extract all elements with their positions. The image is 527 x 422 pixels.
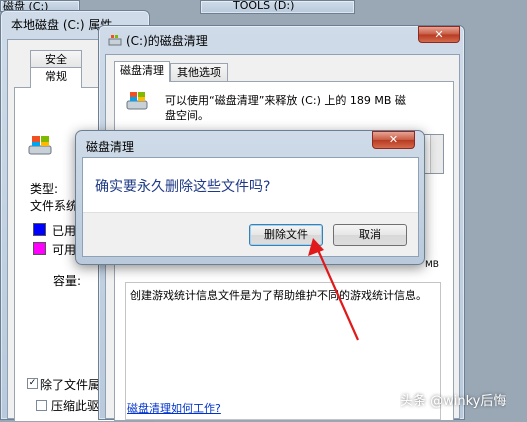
disk-cleanup-title: (C:)的磁盘清理 [126, 34, 208, 48]
disk-cleanup-icon [126, 92, 148, 110]
tab-more-options[interactable]: 其他选项 [170, 63, 228, 82]
index-label: 除了文件属 [40, 378, 101, 392]
confirm-button-bar: 删除文件 取消 [83, 212, 418, 256]
tab-general[interactable]: 常规 [30, 67, 82, 88]
how-cleanup-works-link[interactable]: 磁盘清理如何工作? [127, 400, 221, 416]
delete-files-button[interactable]: 删除文件 [249, 224, 323, 246]
size-mb-fragment: MB [425, 260, 439, 270]
description-text: 创建游戏统计信息文件是为了帮助维护不同的游戏统计信息。 [130, 289, 427, 302]
cleanup-description-line2: 盘空间。 [165, 109, 209, 122]
confirm-dialog-title: 磁盘清理 [86, 140, 135, 154]
disk-cleanup-title-icon [108, 35, 122, 46]
type-label: 类型: [30, 182, 59, 196]
confirm-dialog-close-button[interactable]: ✕ [372, 131, 415, 149]
confirm-dialog-body: 确实要永久删除这些文件吗? 删除文件 取消 [82, 157, 419, 257]
compress-checkbox[interactable] [36, 400, 47, 411]
disk-cleanup-close-button[interactable]: ✕ [418, 26, 460, 43]
background-window-d-title: TOOLS (D:) [233, 0, 295, 12]
files-list-scrollbar[interactable] [430, 135, 443, 173]
confirm-dialog: 磁盘清理 ✕ 确实要永久删除这些文件吗? 删除文件 取消 [75, 130, 425, 265]
free-space-swatch [33, 242, 46, 255]
capacity-label: 容量: [53, 274, 82, 288]
tab-disk-cleanup[interactable]: 磁盘清理 [114, 61, 170, 82]
used-space-swatch [33, 223, 46, 236]
confirm-question: 确实要永久删除这些文件吗? [95, 179, 271, 195]
index-checkbox[interactable]: ✓ [27, 378, 38, 389]
drive-icon [28, 136, 52, 155]
watermark-text: 头条 @winky后悔 [400, 394, 507, 409]
cleanup-description-line1: 可以使用“磁盘清理”来释放 (C:) 上的 189 MB 磁 [165, 94, 406, 107]
cancel-button[interactable]: 取消 [333, 224, 407, 246]
background-window-d: TOOLS (D:) [200, 0, 355, 14]
